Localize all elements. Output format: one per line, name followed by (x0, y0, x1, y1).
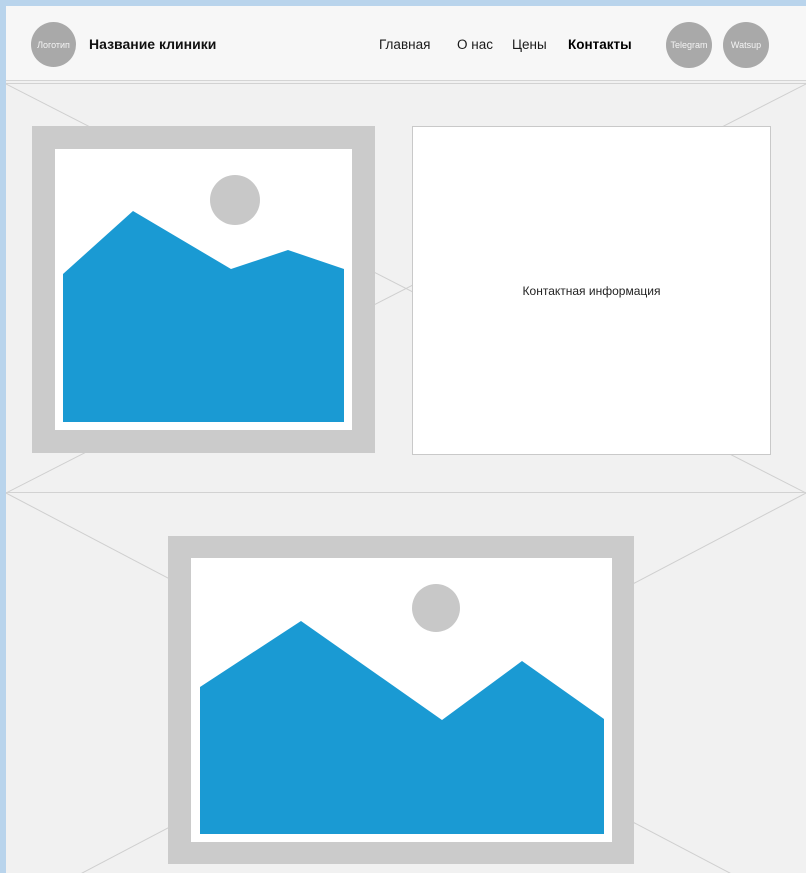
nav-item-about[interactable]: О нас (457, 37, 493, 52)
lower-section (6, 492, 806, 873)
logo[interactable]: Логотип (31, 22, 76, 67)
nav-item-home[interactable]: Главная (379, 37, 430, 52)
watsup-label: Watsup (730, 40, 762, 50)
nav-item-prices[interactable]: Цены (512, 37, 547, 52)
image-placeholder-icon (55, 149, 352, 430)
site-header: Логотип Название клиники Главная О нас Ц… (6, 6, 806, 81)
watsup-button[interactable]: Watsup (723, 22, 769, 68)
logo-label: Логотип (37, 39, 70, 50)
contact-info-box: Контактная информация (412, 126, 771, 455)
telegram-label: Telegram (670, 40, 708, 50)
contacts-section: Контактная информация (6, 83, 806, 493)
image-placeholder-icon (191, 558, 612, 842)
page-frame: Логотип Название клиники Главная О нас Ц… (6, 6, 806, 873)
lower-photo (168, 536, 634, 864)
clinic-name: Название клиники (89, 36, 217, 52)
telegram-button[interactable]: Telegram (666, 22, 712, 68)
nav-item-contacts[interactable]: Контакты (568, 37, 632, 52)
contact-info-text: Контактная информация (522, 283, 661, 298)
contact-photo (32, 126, 375, 453)
